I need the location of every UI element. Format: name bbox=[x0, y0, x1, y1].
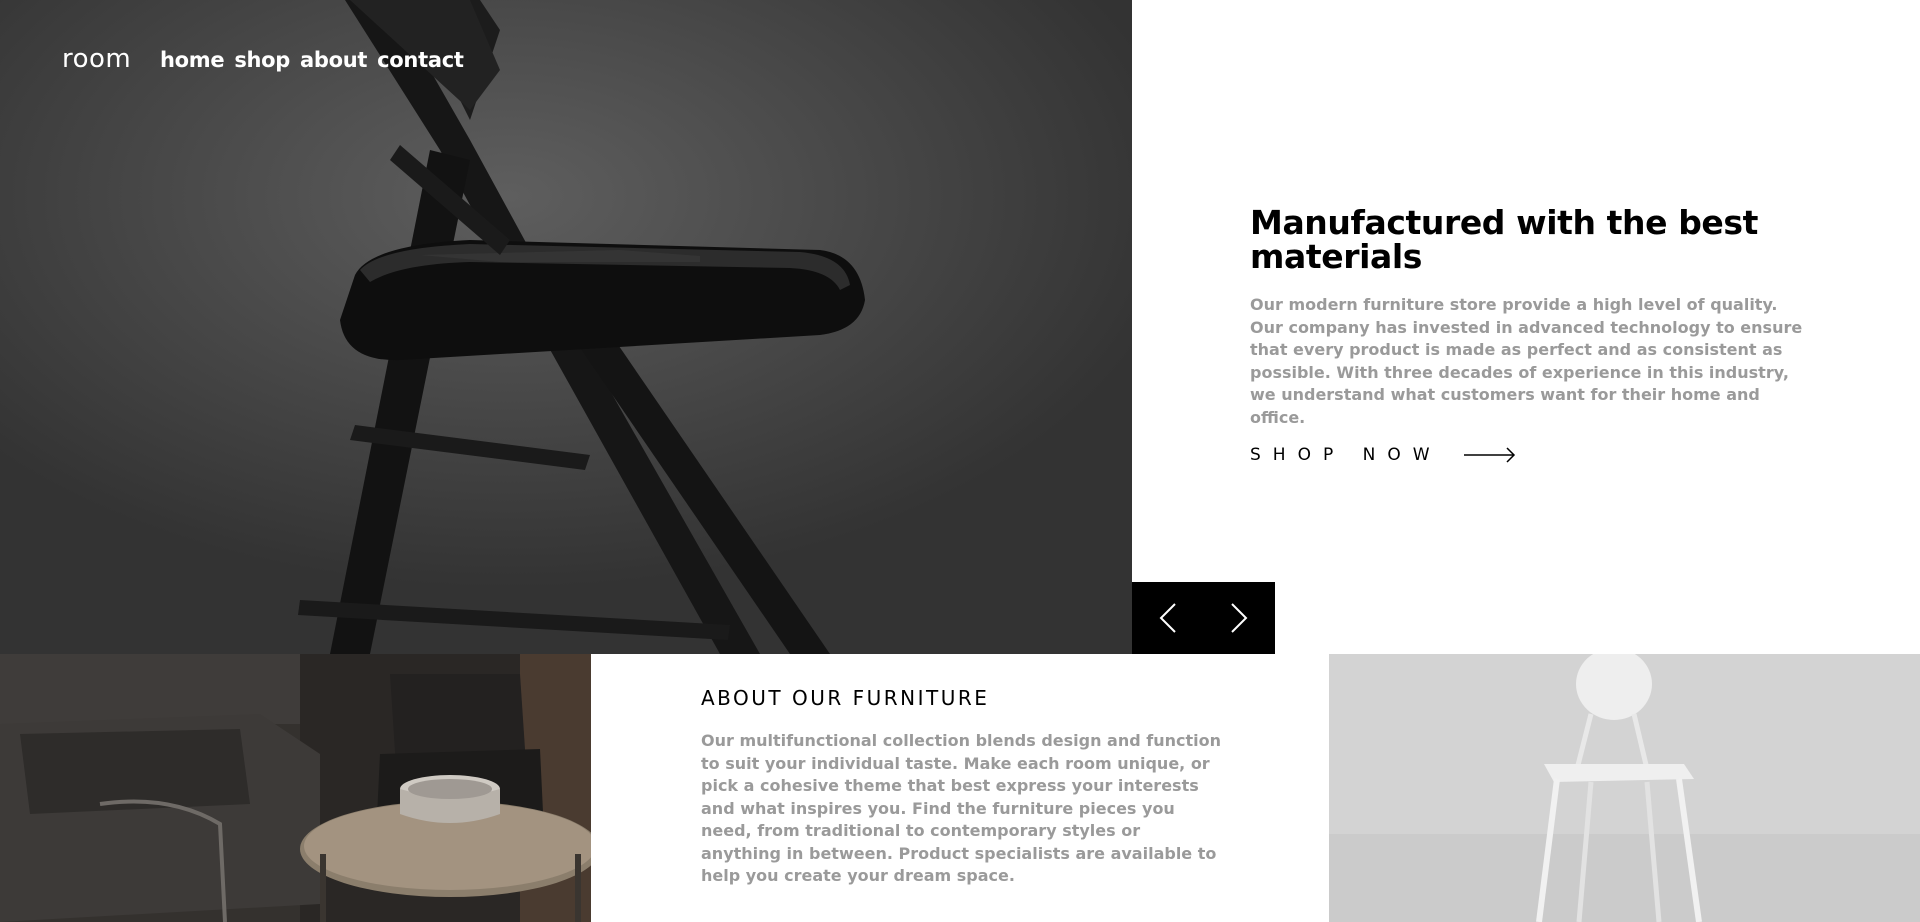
white-chair-illustration bbox=[1329, 654, 1920, 922]
chair-illustration bbox=[0, 0, 1132, 654]
hero-content: Manufactured with the best materials Our… bbox=[1250, 203, 1810, 466]
hero-image-chair bbox=[0, 0, 1132, 654]
hero-title: Manufactured with the best materials bbox=[1250, 203, 1759, 276]
living-room-image bbox=[0, 654, 591, 922]
chevron-left-icon bbox=[1159, 603, 1176, 633]
nav-shop[interactable]: shop bbox=[234, 48, 290, 72]
living-room-illustration bbox=[0, 654, 591, 922]
site-logo[interactable]: room bbox=[62, 44, 131, 74]
white-chair-image bbox=[1329, 654, 1920, 922]
slider-next-button[interactable] bbox=[1204, 582, 1276, 654]
shop-now-label: SHOP NOW bbox=[1250, 445, 1442, 465]
page: room home shop about contact Manufacture… bbox=[0, 0, 1920, 922]
shop-now-button[interactable]: SHOP NOW bbox=[1250, 445, 1810, 465]
slider-controls bbox=[1132, 582, 1275, 654]
about-title: ABOUT OUR FURNITURE bbox=[701, 686, 990, 710]
slider-prev-button[interactable] bbox=[1132, 582, 1204, 654]
nav-contact[interactable]: contact bbox=[377, 48, 464, 72]
chevron-right-icon bbox=[1231, 603, 1248, 633]
hero-description: Our modern furniture store provide a hig… bbox=[1250, 295, 1803, 427]
about-section: ABOUT OUR FURNITURE Our multifunctional … bbox=[701, 686, 1221, 888]
main-nav: home shop about contact bbox=[160, 48, 464, 72]
arrow-right-icon bbox=[1463, 447, 1515, 463]
about-description: Our multifunctional collection blends de… bbox=[701, 731, 1221, 885]
nav-about[interactable]: about bbox=[300, 48, 367, 72]
nav-home[interactable]: home bbox=[160, 48, 225, 72]
